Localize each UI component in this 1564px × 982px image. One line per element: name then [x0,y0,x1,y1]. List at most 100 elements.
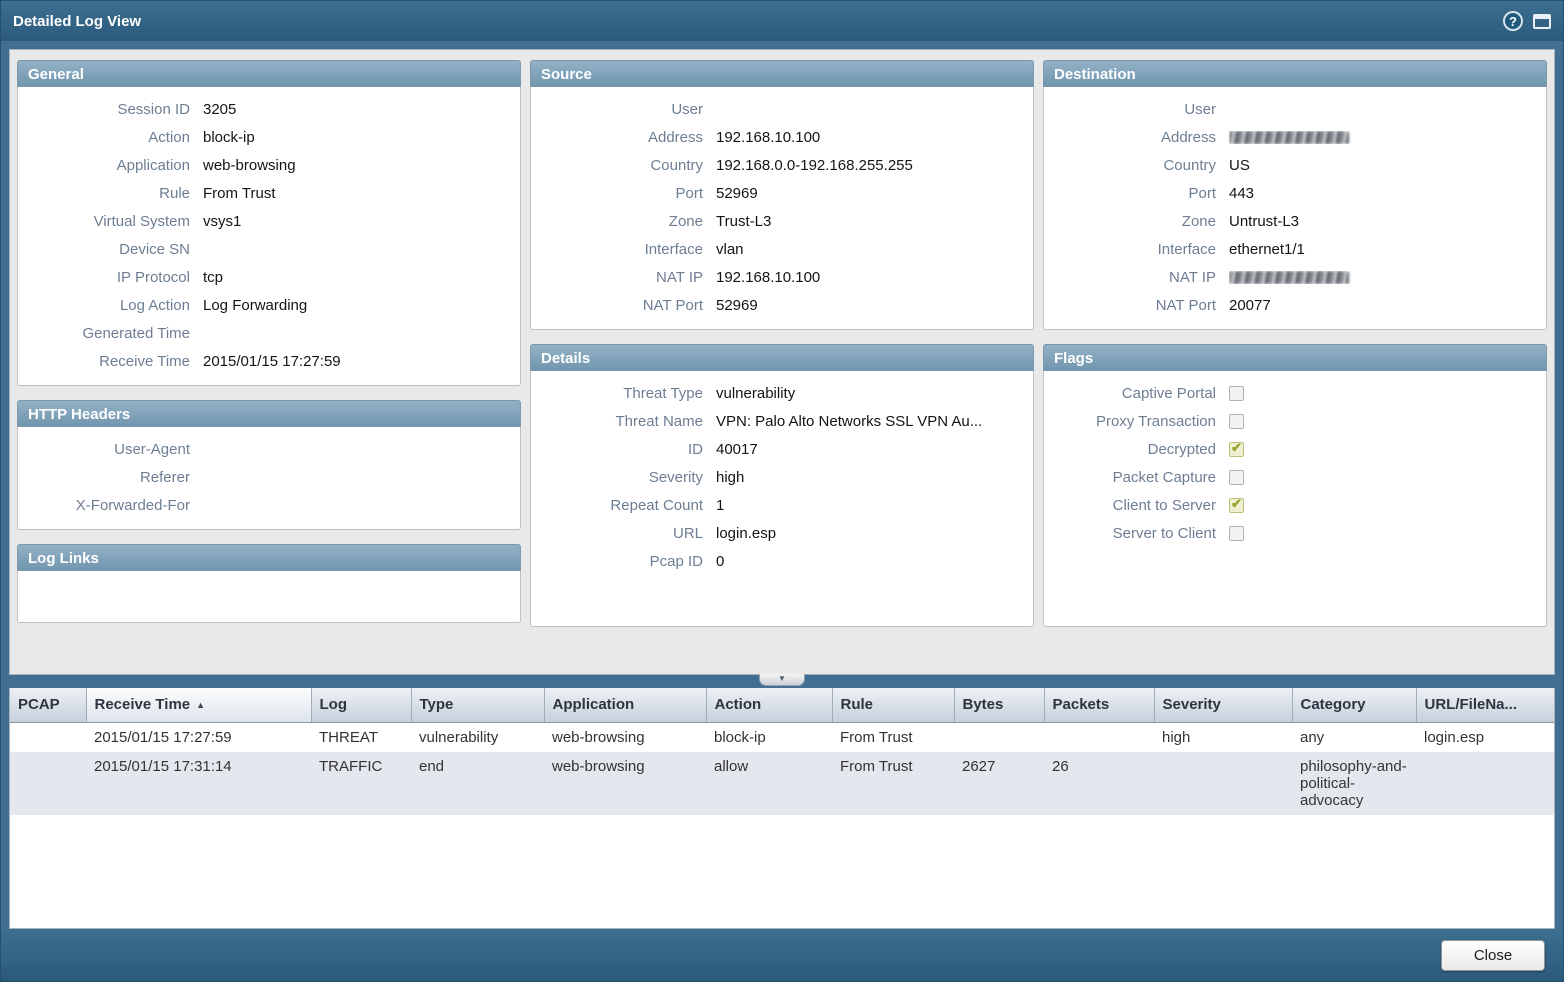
checkbox-checked-icon [1229,442,1244,457]
field-label: Virtual System [18,213,190,230]
field-value: VPN: Palo Alto Networks SSL VPN Au... [716,413,1033,430]
log-table-cell: end [411,752,544,815]
log-table-cell: TRAFFIC [311,752,411,815]
panel-log-links-header: Log Links [17,544,521,571]
field-row: URLlogin.esp [531,519,1033,547]
field-value: 0 [716,553,1033,570]
field-label: Receive Time [18,353,190,370]
column-header-bytes[interactable]: Bytes [954,688,1044,722]
field-row: Decrypted [1044,435,1546,463]
field-label: User-Agent [18,441,190,458]
panel-column-left: General Session ID3205Actionblock-ipAppl… [17,60,521,623]
column-header-application[interactable]: Application [544,688,706,722]
field-row: Referer [18,463,520,491]
column-header-label: Receive Time [95,696,191,713]
log-table-row[interactable]: 2015/01/15 17:31:14TRAFFICendweb-browsin… [10,752,1554,815]
help-icon[interactable]: ? [1503,11,1523,31]
field-row: Pcap ID0 [531,547,1033,575]
column-header-packets[interactable]: Packets [1044,688,1154,722]
log-table-body: 2015/01/15 17:27:59THREATvulnerabilitywe… [10,722,1554,815]
log-table-cell: 26 [1044,752,1154,815]
field-value: 52969 [716,297,1033,314]
field-label: Address [1044,129,1216,146]
log-table-cell: From Trust [832,722,954,752]
column-header-label: Category [1301,696,1366,713]
field-value: login.esp [716,525,1033,542]
field-label: Decrypted [1044,441,1216,458]
dialog-footer: Close [1,929,1563,981]
panel-column-right: Destination UserAddressCountryUSPort443Z… [1043,60,1547,627]
panel-general-header: General [17,60,521,87]
column-header-receive-time[interactable]: Receive Time ▲ [86,688,311,722]
field-row: Severityhigh [531,463,1033,491]
field-label: Port [531,185,703,202]
field-label: Country [531,157,703,174]
field-value [1229,414,1546,429]
checkbox-checked-icon [1229,498,1244,513]
sort-ascending-icon: ▲ [196,700,205,710]
field-label: Captive Portal [1044,385,1216,402]
log-table-row[interactable]: 2015/01/15 17:27:59THREATvulnerabilitywe… [10,722,1554,752]
column-header-label: PCAP [18,696,60,713]
panel-flags-body: Captive PortalProxy TransactionDecrypted… [1043,371,1547,627]
column-header-pcap[interactable]: PCAP [10,688,86,722]
column-header-url-filena[interactable]: URL/FileNa... [1416,688,1554,722]
field-label: NAT Port [1044,297,1216,314]
field-row: Actionblock-ip [18,123,520,151]
field-value: 192.168.0.0-192.168.255.255 [716,157,1033,174]
field-label: Packet Capture [1044,469,1216,486]
field-value [1229,498,1546,513]
field-row: Threat Typevulnerability [531,379,1033,407]
close-button[interactable]: Close [1441,940,1545,971]
column-header-label: Action [715,696,762,713]
field-row: Port52969 [531,179,1033,207]
column-header-log[interactable]: Log [311,688,411,722]
maximize-icon[interactable] [1533,14,1551,29]
panel-general: General Session ID3205Actionblock-ipAppl… [17,60,521,386]
field-row: CountryUS [1044,151,1546,179]
log-table-cell: allow [706,752,832,815]
column-header-type[interactable]: Type [411,688,544,722]
log-table-cell [10,752,86,815]
field-value: tcp [203,269,520,286]
detailed-log-view-dialog: Detailed Log View ? General Session ID32… [0,0,1564,982]
log-table: PCAP Receive Time ▲ Log Type Application Actio… [10,688,1554,815]
field-label: NAT IP [1044,269,1216,286]
field-row: NAT IP192.168.10.100 [531,263,1033,291]
field-value: 1 [716,497,1033,514]
dialog-content: General Session ID3205Actionblock-ipAppl… [9,49,1555,929]
field-label: Interface [531,241,703,258]
field-value: 40017 [716,441,1033,458]
log-table-cell [954,722,1044,752]
splitter-collapse-handle[interactable]: ▼ [759,674,805,686]
panel-http-headers-body: User-AgentRefererX-Forwarded-For [17,427,521,530]
checkbox-unchecked-icon [1229,526,1244,541]
field-label: IP Protocol [18,269,190,286]
field-value [1229,131,1546,144]
redacted-value [1229,271,1349,284]
column-header-label: Log [320,696,348,713]
column-header-severity[interactable]: Severity [1154,688,1292,722]
panel-destination-header: Destination [1043,60,1547,87]
field-value: 20077 [1229,297,1546,314]
log-table-cell: web-browsing [544,722,706,752]
field-value: 3205 [203,101,520,118]
column-header-category[interactable]: Category [1292,688,1416,722]
log-table-cell [10,722,86,752]
column-header-action[interactable]: Action [706,688,832,722]
field-value: ethernet1/1 [1229,241,1546,258]
log-table-cell [1044,722,1154,752]
panel-source-body: UserAddress192.168.10.100Country192.168.… [530,87,1034,330]
panel-http-headers-header: HTTP Headers [17,400,521,427]
field-row: Interfaceethernet1/1 [1044,235,1546,263]
log-table-cell [1416,752,1554,815]
field-row: Server to Client [1044,519,1546,547]
panel-flags: Flags Captive PortalProxy TransactionDec… [1043,344,1547,627]
panel-column-middle: Source UserAddress192.168.10.100Country1… [530,60,1034,627]
field-label: Client to Server [1044,497,1216,514]
column-header-label: Type [420,696,454,713]
field-label: Rule [18,185,190,202]
field-value: high [716,469,1033,486]
column-header-label: Bytes [963,696,1004,713]
column-header-rule[interactable]: Rule [832,688,954,722]
